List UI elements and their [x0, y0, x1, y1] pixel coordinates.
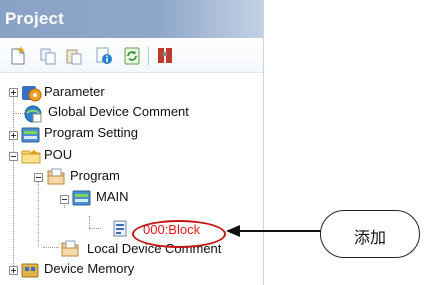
device-memory-icon: [21, 263, 39, 278]
property-icon[interactable]: [94, 46, 114, 66]
callout-text: 添加: [353, 228, 386, 247]
highlight-ellipse: [132, 220, 226, 248]
tree-guide-main: [89, 216, 90, 228]
local-comment-icon: [61, 240, 79, 257]
tree-label: Device Memory: [44, 261, 135, 276]
expand-toggle[interactable]: [9, 266, 18, 275]
tree-guide-root: [13, 96, 14, 270]
tree-guide-pou: [38, 175, 39, 247]
tree-label: Parameter: [44, 84, 105, 99]
new-data-icon[interactable]: [8, 46, 28, 66]
paste-icon[interactable]: [64, 46, 84, 66]
project-panel: Project Parameter Global Device Comment …: [0, 0, 264, 285]
tree-label: POU: [44, 147, 73, 162]
callout-bubble: 添加: [320, 210, 420, 258]
callout-arrow: [226, 225, 321, 237]
project-title: Project: [5, 9, 65, 28]
expand-toggle[interactable]: [9, 88, 18, 97]
block-icon: [113, 220, 127, 237]
tree-guide: [43, 247, 59, 248]
tree-label: Program: [70, 168, 120, 183]
tree-guide: [89, 228, 101, 229]
program-folder-icon: [47, 168, 65, 185]
toolbar-separator: [148, 47, 149, 65]
refresh-icon[interactable]: [122, 46, 142, 66]
project-titlebar: Project: [0, 0, 263, 38]
program-module-icon: [72, 190, 91, 206]
global-comment-icon: [24, 105, 42, 123]
search-icon[interactable]: [156, 46, 176, 66]
collapse-toggle[interactable]: [9, 152, 18, 161]
collapse-toggle[interactable]: [60, 195, 69, 204]
project-toolbar: [0, 38, 263, 73]
program-setting-icon: [21, 127, 40, 143]
expand-toggle[interactable]: [9, 131, 18, 140]
copy-icon[interactable]: [38, 46, 58, 66]
folder-icon: [21, 149, 41, 164]
tree-label: MAIN: [96, 189, 129, 204]
tree-label: Program Setting: [44, 125, 138, 140]
tree-label: Global Device Comment: [48, 104, 189, 119]
collapse-toggle[interactable]: [34, 173, 43, 182]
parameter-icon: [22, 86, 42, 102]
